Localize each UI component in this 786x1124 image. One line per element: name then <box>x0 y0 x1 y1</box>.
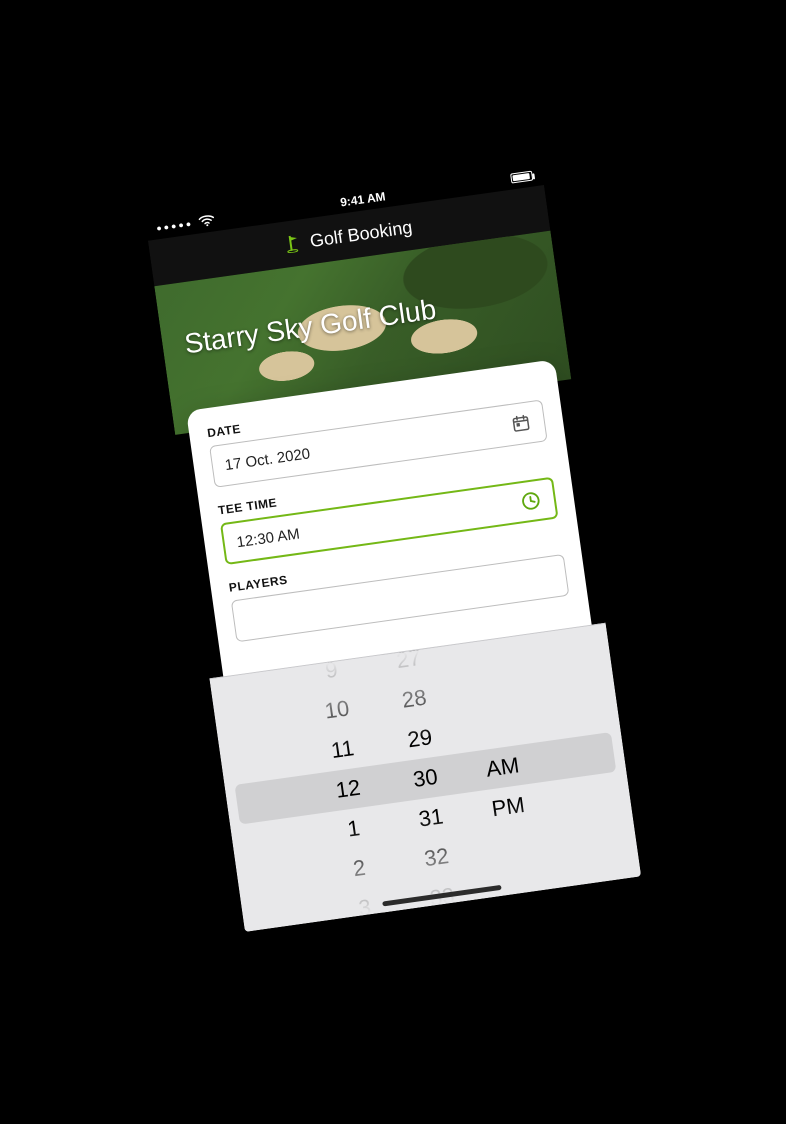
picker-item[interactable]: 30 <box>411 757 441 800</box>
picker-item[interactable]: AM <box>484 745 522 789</box>
picker-item[interactable]: 31 <box>416 796 446 839</box>
picker-item[interactable]: 12 <box>333 768 363 811</box>
picker-item[interactable]: 3 <box>356 887 374 920</box>
picker-item[interactable]: 1 <box>345 808 363 849</box>
date-value: 17 Oct. 2020 <box>224 445 311 474</box>
picker-item[interactable]: 32 <box>422 836 452 879</box>
picker-item[interactable]: PM <box>489 785 527 829</box>
time-picker[interactable]: 9101112123 27282930313233 AMPM <box>210 624 642 932</box>
phone-frame: ●●●●● 9:41 AM Golf Booking <box>145 163 641 932</box>
picker-item[interactable]: 2 <box>350 848 368 889</box>
picker-item[interactable]: 11 <box>329 728 357 771</box>
picker-item[interactable]: 9 <box>323 657 341 691</box>
club-name: Starry Sky Golf Club <box>182 293 438 360</box>
calendar-icon <box>509 411 534 436</box>
picker-item[interactable]: 27 <box>394 646 424 681</box>
picker-item[interactable]: 28 <box>399 678 429 721</box>
golf-flag-icon <box>285 233 303 253</box>
clock-icon <box>518 489 543 514</box>
signal-dots-icon: ●●●●● <box>156 218 194 233</box>
wifi-icon <box>198 213 216 230</box>
status-time: 9:41 AM <box>339 189 386 209</box>
tee-time-value: 12:30 AM <box>236 525 301 551</box>
time-picker-sheet: 9101112123 27282930313233 AMPM <box>209 623 641 932</box>
picker-item[interactable]: 10 <box>322 688 352 731</box>
nav-title: Golf Booking <box>309 216 414 251</box>
battery-icon <box>510 171 533 184</box>
picker-item[interactable]: 29 <box>405 717 435 760</box>
